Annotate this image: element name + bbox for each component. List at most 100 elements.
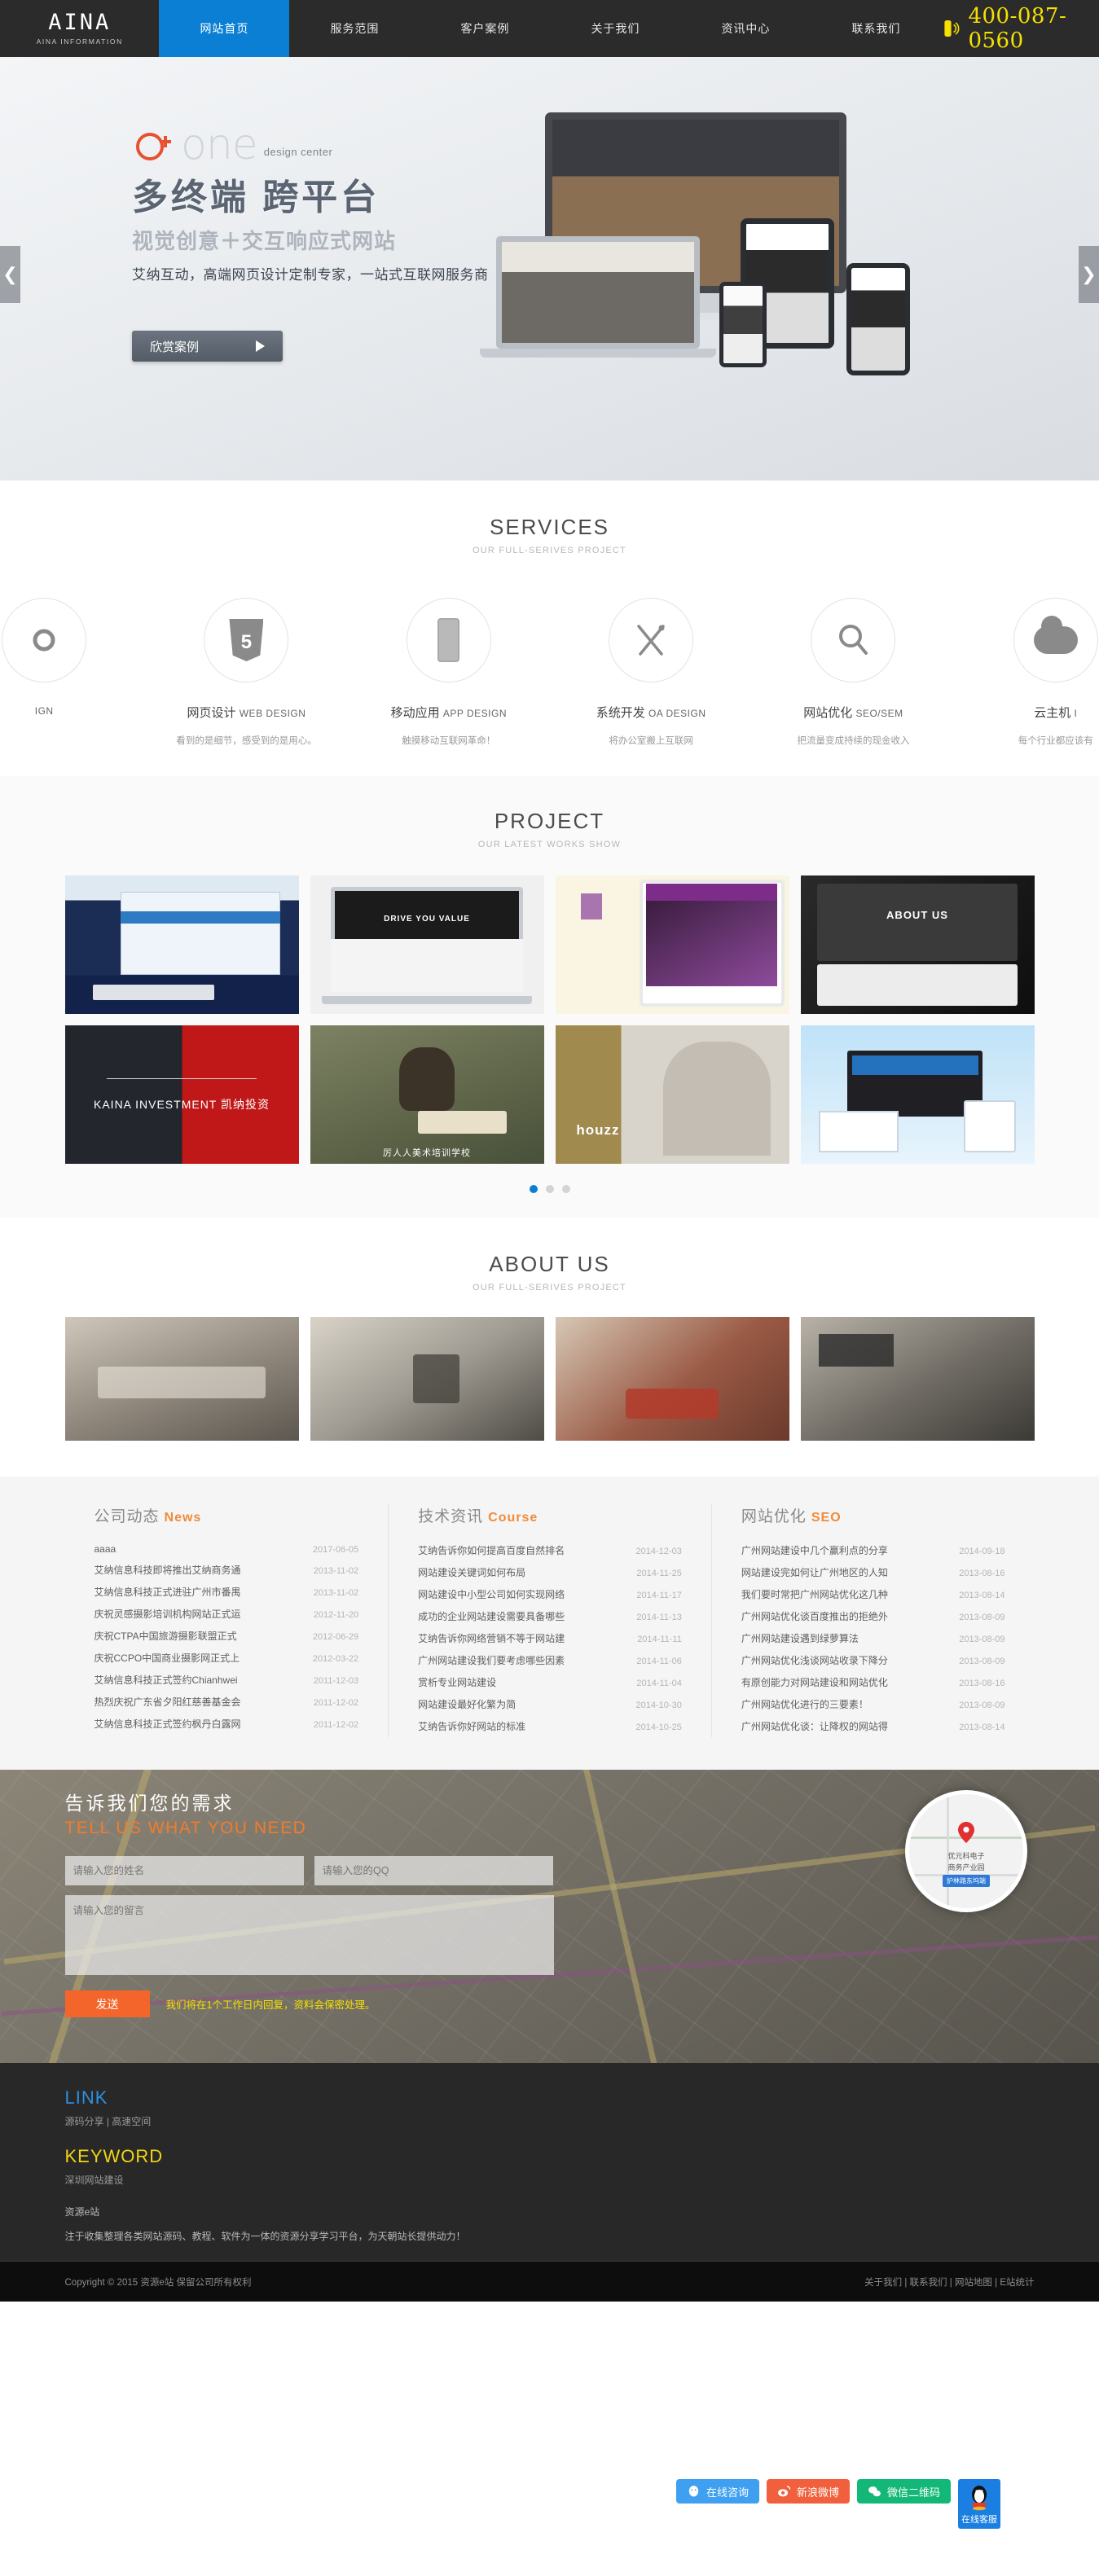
contact-title-en: TELL US WHAT YOU NEED [64, 1819, 307, 1837]
news-item[interactable]: 庆祝灵感摄影培训机构网站正式运 2012-11-20 [95, 1603, 359, 1625]
news-item[interactable]: 网站建设关键词如何布局 2014-11-25 [418, 1561, 682, 1583]
nav-item-about[interactable]: 关于我们 [550, 0, 680, 57]
footer-link-stats[interactable]: E站统计 [1000, 2278, 1034, 2288]
project-thumbnail[interactable]: DRIVE YOU VALUE [310, 875, 544, 1014]
contact-title-cn: 告诉我们您的需求 [64, 1793, 235, 1814]
footer-link-items[interactable]: 源码分享 | 高速空间 [65, 2114, 1035, 2128]
footer-link-sitemap[interactable]: 网站地图 [955, 2278, 992, 2288]
service-item-cloud[interactable]: 云主机 I 每个行业都应该有 [955, 598, 1099, 747]
footer-link-contact[interactable]: 联系我们 [910, 2278, 947, 2288]
carousel-dot-1[interactable] [529, 1185, 538, 1193]
news-item[interactable]: 广州网站建设遇到绿萝算法 2013-08-09 [741, 1627, 1005, 1649]
news-item[interactable]: 艾纳告诉你网络营销不等于网站建 2014-11-11 [418, 1627, 682, 1649]
project-thumbnail[interactable] [800, 1025, 1035, 1164]
news-item[interactable]: 艾纳信息科技正式进驻广州市番禺 2013-11-02 [95, 1581, 359, 1603]
service-item-oa-design[interactable]: 系统开发 OA DESIGN 将办公室搬上互联网 [550, 598, 752, 747]
carousel-dot-3[interactable] [561, 1185, 570, 1193]
project-section: PROJECT OUR LATEST WORKS SHOW DRIVE YOU … [0, 776, 1099, 1218]
phone-number[interactable]: 400-087-0560 [968, 4, 1083, 53]
news-item-date: 2013-11-02 [313, 1588, 359, 1598]
service-item-app-design[interactable]: 移动应用 APP DESIGN 触摸移动互联网革命！ [348, 598, 550, 747]
news-item[interactable]: 广州网站优化浅谈网站收录下降分 2013-08-09 [741, 1649, 1005, 1671]
service-item-partial-left[interactable]: IGN [0, 598, 145, 747]
nav-item-contact[interactable]: 联系我们 [811, 0, 941, 57]
news-item-date: 2012-03-22 [312, 1654, 359, 1664]
site-logo[interactable]: AINA AINA INFORMATION [0, 0, 159, 57]
hero-prev-arrow[interactable]: ❮ [0, 246, 20, 303]
news-item[interactable]: 艾纳信息科技正式签约Chianhwei 2011-12-03 [95, 1669, 359, 1691]
footer-link-about[interactable]: 关于我们 [864, 2278, 902, 2288]
news-item-date: 2014-10-30 [635, 1701, 682, 1710]
project-thumbnail[interactable]: houzz [555, 1025, 789, 1164]
about-photo[interactable] [310, 1317, 544, 1441]
project-thumbnail[interactable] [64, 875, 299, 1014]
news-column-title: 技术资讯 [418, 1508, 484, 1525]
news-item[interactable]: 艾纳信息科技正式签约枫丹白露网 2011-12-02 [95, 1713, 359, 1735]
carousel-dot-2[interactable] [545, 1185, 554, 1193]
news-item[interactable]: 庆祝CTPA中国旅游摄影联盟正式 2012-06-29 [95, 1625, 359, 1647]
service-item-web-design[interactable]: HTML 5 网页设计 WEB DESIGN 看到的是细节，感受到的是用心。 [145, 598, 347, 747]
news-item-text: 庆祝CCPO中国商业摄影网正式上 [94, 1652, 240, 1664]
news-item[interactable]: 赏析专业网站建设 2014-11-04 [418, 1671, 682, 1693]
footer-keyword-items[interactable]: 深圳网站建设 [65, 2173, 1035, 2187]
news-item[interactable]: 艾纳告诉你如何提高百度自然排名 2014-12-03 [418, 1539, 682, 1561]
project-thumbnail[interactable]: ABOUT US [800, 875, 1035, 1014]
news-item[interactable]: 广州网站建设中几个赢利点的分享 2014-09-18 [741, 1539, 1005, 1561]
news-item[interactable]: 广州网站优化谈百度推出的拒绝外 2013-08-09 [741, 1605, 1005, 1627]
qq-input[interactable] [314, 1856, 553, 1885]
news-item-date: 2014-11-25 [636, 1569, 682, 1578]
name-input[interactable] [64, 1856, 304, 1885]
news-item[interactable]: 网站建设完如何让广州地区的人知 2013-08-16 [741, 1561, 1005, 1583]
news-item[interactable]: 热烈庆祝广东省夕阳红慈善基金会 2011-12-02 [95, 1691, 359, 1713]
about-photo[interactable] [555, 1317, 789, 1441]
service-item-seo[interactable]: 网站优化 SEO/SEM 把流量变成持续的现金收入 [752, 598, 954, 747]
brand-tagline: design center [263, 146, 333, 158]
map-location-label: 优元科电子 商务产业园 [947, 1852, 985, 1872]
news-item[interactable]: 庆祝CCPO中国商业摄影网正式上 2012-03-22 [95, 1647, 359, 1669]
news-item-date: 2014-11-06 [636, 1657, 682, 1666]
news-item-date: 2012-06-29 [312, 1632, 359, 1642]
online-consult-button[interactable]: 在线咨询 [676, 2479, 760, 2504]
news-item-text: 艾纳信息科技即将推出艾纳商务通 [94, 1564, 241, 1576]
news-item[interactable]: 有原创能力对网站建设和网站优化 2013-08-16 [741, 1671, 1005, 1693]
news-item-text: 艾纳告诉你如何提高百度自然排名 [418, 1545, 565, 1556]
news-column-tag: News [164, 1511, 202, 1525]
project-subtitle: OUR LATEST WORKS SHOW [477, 840, 622, 849]
news-item[interactable]: 广州网站优化谈：让降权的网站得 2013-08-14 [741, 1715, 1005, 1737]
news-item[interactable]: 网站建设最好化繁为简 2014-10-30 [418, 1693, 682, 1715]
project-thumbnail[interactable]: 厉人人美术培训学校 [310, 1025, 544, 1164]
services-section: SERVICES OUR FULL-SERIVES PROJECT IGN HT… [0, 481, 1099, 776]
services-title: SERVICES [489, 515, 609, 539]
wechat-qr-button[interactable]: 微信二维码 [857, 2479, 952, 2504]
news-item[interactable]: 艾纳信息科技即将推出艾纳商务通 2013-11-02 [95, 1559, 359, 1581]
nav-item-news[interactable]: 资讯中心 [680, 0, 811, 57]
customer-service-button[interactable]: 在线客服 [958, 2479, 1001, 2529]
news-item[interactable]: 广州网站建设我们要考虑哪些因素 2014-11-06 [418, 1649, 682, 1671]
nav-item-cases[interactable]: 客户案例 [420, 0, 550, 57]
about-photo[interactable] [800, 1317, 1035, 1441]
service-desc: 将办公室搬上互联网 [609, 736, 693, 746]
news-item[interactable]: 艾纳告诉你好网站的标准 2014-10-25 [418, 1715, 682, 1737]
hero-cta-button[interactable]: 欣赏案例 [132, 331, 283, 362]
about-photo[interactable] [64, 1317, 299, 1441]
nav-item-home[interactable]: 网站首页 [159, 0, 290, 57]
hero-banner: one design center 多终端 跨平台 视觉创意＋交互响应式网站 艾… [0, 57, 1099, 481]
hero-next-arrow[interactable]: ❯ [1079, 246, 1099, 303]
project-thumbnail[interactable] [555, 875, 789, 1014]
nav-item-services[interactable]: 服务范围 [289, 0, 420, 57]
news-item[interactable]: 网站建设中小型公司如何实现网络 2014-11-17 [418, 1583, 682, 1605]
news-item[interactable]: aaaa 2017-06-05 [95, 1539, 359, 1559]
news-item[interactable]: 成功的企业网站建设需要具备哪些 2014-11-13 [418, 1605, 682, 1627]
news-item-text: 热烈庆祝广东省夕阳红慈善基金会 [94, 1696, 241, 1708]
news-item-text: 网站建设关键词如何布局 [418, 1567, 526, 1578]
news-item-text: 网站建设完如何让广州地区的人知 [741, 1567, 888, 1578]
weibo-button[interactable]: 新浪微博 [767, 2479, 851, 2504]
customer-service-label: 在线客服 [961, 2515, 998, 2525]
news-item[interactable]: 广州网站优化进行的三要素！ 2013-08-09 [741, 1693, 1005, 1715]
send-button[interactable]: 发送 [64, 1990, 150, 2017]
project-title: PROJECT [494, 809, 605, 833]
news-item[interactable]: 我们要时常把广州网站优化这几种 2013-08-14 [741, 1583, 1005, 1605]
project-thumbnail[interactable]: KAINA INVESTMENT 凯纳投资 [64, 1025, 299, 1164]
message-textarea[interactable] [64, 1895, 554, 1975]
map-location-badge[interactable]: 优元科电子 商务产业园 护林路东坞端 [905, 1790, 1027, 1912]
